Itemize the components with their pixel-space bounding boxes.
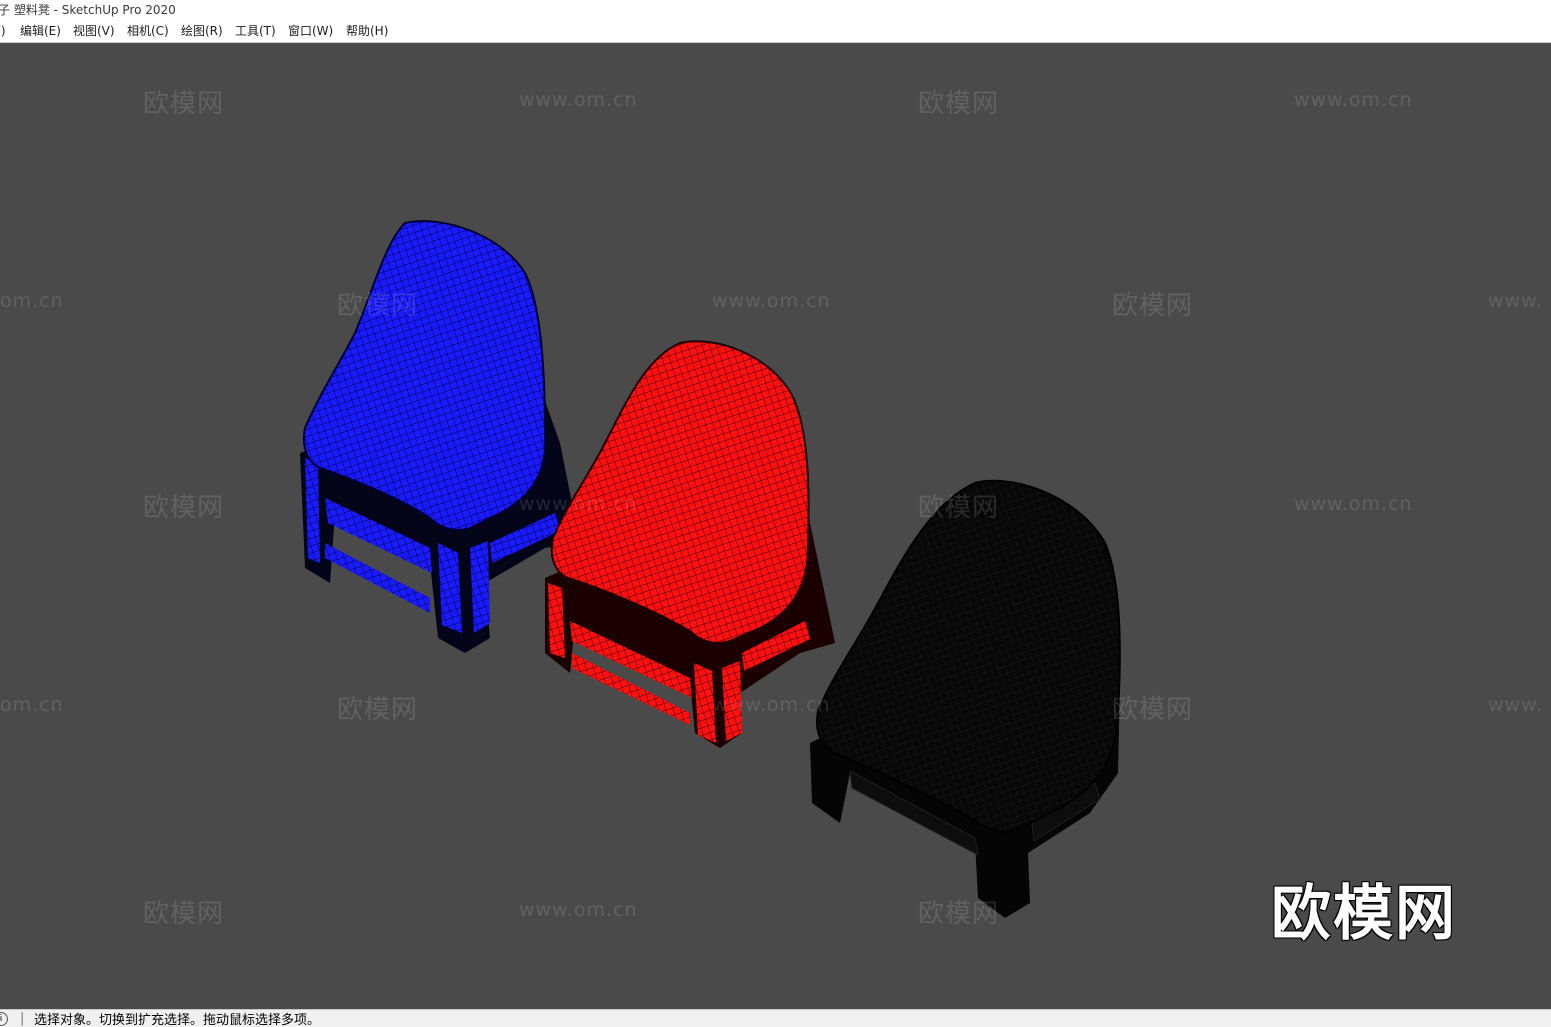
watermark: www.om.cn: [519, 899, 638, 921]
menu-edit[interactable]: 编辑(E): [20, 20, 61, 42]
window-title: 子 塑料凳 - SketchUp Pro 2020: [0, 3, 176, 17]
watermark: www.om.cn: [1294, 493, 1413, 515]
menu-draw[interactable]: 绘图(R): [181, 20, 223, 42]
watermark: www.om.cn: [519, 89, 638, 111]
watermark: www.om.cn: [519, 493, 638, 515]
red-stool[interactable]: [545, 340, 835, 748]
watermark: 欧模网: [143, 89, 225, 119]
menu-file[interactable]: F): [0, 20, 6, 42]
watermark: 欧模网: [1112, 695, 1194, 725]
watermark: www.om.cn: [1294, 89, 1413, 111]
watermark: www.: [1488, 694, 1543, 716]
menu-help[interactable]: 帮助(H): [346, 20, 388, 42]
status-bar: i | 选择对象。切换到扩充选择。拖动鼠标选择多项。: [0, 1009, 1551, 1027]
watermark: om.cn: [0, 290, 64, 312]
watermark: 欧模网: [918, 899, 1000, 929]
menu-view[interactable]: 视图(V): [73, 20, 115, 42]
watermark: www.: [1488, 290, 1543, 312]
watermark: 欧模网: [918, 89, 1000, 119]
watermark: www.om.cn: [712, 290, 831, 312]
watermark: 欧模网: [918, 493, 1000, 523]
title-bar: 子 塑料凳 - SketchUp Pro 2020: [0, 0, 1551, 20]
menu-bar: F) 编辑(E) 视图(V) 相机(C) 绘图(R) 工具(T) 窗口(W) 帮…: [0, 20, 1551, 43]
logo-watermark: 欧模网: [1271, 879, 1457, 949]
watermark: 欧模网: [1112, 291, 1194, 321]
status-text: 选择对象。切换到扩充选择。拖动鼠标选择多项。: [34, 1013, 321, 1027]
watermark: 欧模网: [143, 493, 225, 523]
watermark: om.cn: [0, 694, 64, 716]
model-viewport[interactable]: 欧模网 www.om.cn 欧模网 www.om.cn om.cn 欧模网 ww…: [0, 43, 1551, 1009]
menu-window[interactable]: 窗口(W): [288, 20, 333, 42]
watermark: 欧模网: [143, 899, 225, 929]
watermark: 欧模网: [337, 291, 419, 321]
watermark: 欧模网: [337, 695, 419, 725]
menu-camera[interactable]: 相机(C): [127, 20, 169, 42]
info-icon[interactable]: i: [0, 1012, 8, 1026]
black-stool[interactable]: [810, 479, 1121, 918]
menu-tools[interactable]: 工具(T): [235, 20, 276, 42]
watermark: www.om.cn: [712, 694, 831, 716]
status-separator: |: [20, 1011, 25, 1026]
